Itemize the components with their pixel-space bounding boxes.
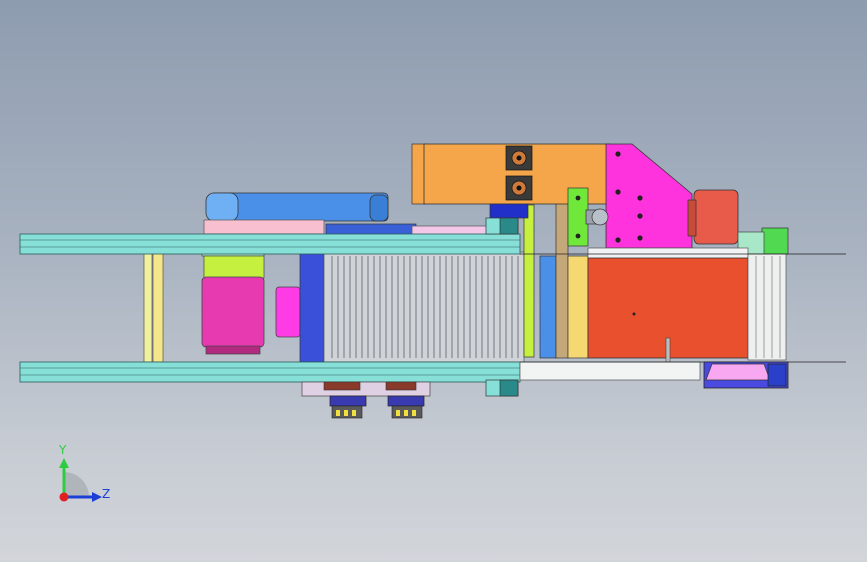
z-axis-label: Z (102, 487, 110, 501)
left-post-b (152, 251, 164, 363)
stepper-motor-bottom (505, 175, 533, 201)
assembly-drawing: Y Z (19, 143, 846, 502)
bottom-pulley-assembly (301, 381, 431, 419)
lime-vertical-bar (523, 204, 535, 358)
green-end-block (761, 227, 789, 255)
red-motor (693, 189, 739, 245)
red-motor-flange (687, 199, 697, 237)
left-post-a (143, 251, 153, 363)
lime-block (203, 255, 265, 279)
magenta-coupler (275, 286, 301, 338)
blue-motor-rear-cap (369, 194, 389, 222)
blue-clamp (489, 203, 529, 219)
bottom-right-clamp (703, 361, 789, 389)
tan-vertical-bar (555, 189, 569, 359)
blue-pulley-plate (299, 251, 325, 363)
cad-viewport[interactable]: Y Z (0, 0, 867, 562)
yellow-vertical-bar (567, 255, 589, 359)
magenta-motor (201, 276, 265, 348)
coordinate-triad: Y Z (58, 443, 110, 502)
y-axis-label: Y (58, 443, 67, 457)
pink-mount-plate (203, 219, 325, 235)
magenta-motor-base (205, 345, 261, 355)
blue-vertical-bar (539, 255, 557, 359)
blue-motor-endcap (205, 192, 239, 222)
threaded-rod (665, 337, 671, 363)
adjuster-knob-icon (585, 208, 609, 226)
x-axis-dot (59, 492, 69, 502)
magenta-side-plate (605, 143, 693, 249)
stepper-motor-top (505, 145, 533, 171)
